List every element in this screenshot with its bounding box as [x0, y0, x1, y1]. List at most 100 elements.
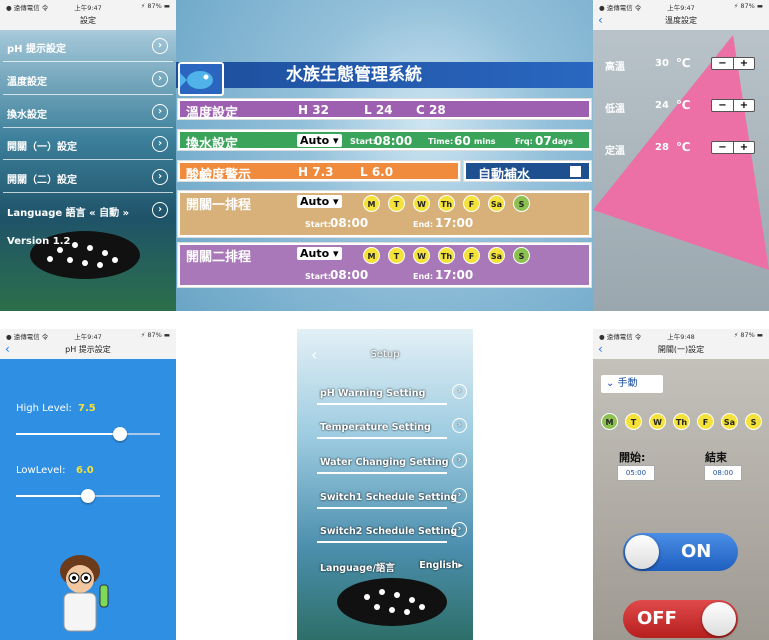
- slider-knob[interactable]: [81, 489, 95, 503]
- chevron-right-icon: ›: [452, 522, 467, 537]
- day-friday[interactable]: F: [463, 195, 480, 212]
- celsius-unit: ℃: [676, 56, 691, 70]
- mode-value: Auto: [300, 134, 330, 147]
- end-value[interactable]: 17:00: [435, 216, 473, 230]
- menu-item-switch1[interactable]: Switch1 Schedule Setting ›: [317, 479, 467, 509]
- mode-dropdown[interactable]: ⌄ 手動: [601, 375, 663, 393]
- start-label: 開始:: [619, 451, 646, 464]
- chevron-right-icon: ›: [152, 104, 168, 120]
- day-sunday[interactable]: S: [513, 195, 530, 212]
- temperature-label: 溫度設定: [186, 106, 239, 121]
- chevron-right-icon: ›: [152, 136, 168, 152]
- day-saturday[interactable]: Sa: [488, 195, 505, 212]
- end-label: End:: [413, 272, 434, 281]
- day-wednesday[interactable]: W: [413, 247, 430, 264]
- switch2-mode-dropdown[interactable]: Auto ▾: [297, 247, 342, 260]
- switch1-settings-panel: ● 遠傳電信 令上午9:48 ⚡ 87% ▬ ‹ 開關(一)設定 ⌄ 手動 M T …: [593, 329, 769, 640]
- day-tuesday[interactable]: T: [625, 413, 642, 430]
- day-monday[interactable]: M: [601, 413, 618, 430]
- menu-item-switch2[interactable]: Switch2 Schedule Setting ›: [317, 513, 467, 543]
- const-temp-stepper[interactable]: − +: [711, 141, 755, 154]
- switch1-schedule-bar[interactable]: 開關一排程 Auto ▾ M T W Th F Sa S Start: 08:0…: [178, 191, 591, 237]
- low-level-label: LowLevel:: [16, 465, 66, 476]
- on-label: ON: [681, 541, 712, 562]
- toggle-knob: [702, 602, 736, 636]
- status-bar: ● 遠傳電信 令上午9:47 ⚡ 87% ▬: [0, 329, 176, 341]
- plus-button[interactable]: +: [733, 142, 754, 153]
- start-label: Start:: [350, 137, 376, 146]
- battery: ⚡ 87% ▬: [140, 2, 170, 10]
- low-temp-stepper[interactable]: − +: [711, 99, 755, 112]
- end-value[interactable]: 17:00: [435, 268, 473, 282]
- high-temp-label: 高溫: [605, 62, 625, 73]
- menu-label: 開關（一）設定: [7, 142, 77, 153]
- day-wednesday[interactable]: W: [413, 195, 430, 212]
- menu-item-ph[interactable]: pH 提示設定 ›: [0, 30, 176, 62]
- temperature-bar[interactable]: 溫度設定 H 32 L 24 C 28: [178, 99, 591, 121]
- celsius-unit: ℃: [676, 140, 691, 154]
- menu-item-temperature[interactable]: Temperature Setting ›: [317, 409, 467, 439]
- plus-button[interactable]: +: [733, 100, 754, 111]
- end-time-field[interactable]: 08:00: [704, 465, 742, 481]
- nav-bar: ‹ 開關(一)設定: [593, 341, 769, 359]
- start-time-field[interactable]: 05:00: [617, 465, 655, 481]
- on-toggle[interactable]: ON: [623, 533, 738, 571]
- chevron-right-icon: ›: [452, 488, 467, 503]
- off-toggle[interactable]: OFF: [623, 600, 738, 638]
- dashboard-panel: 水族生態管理系統 溫度設定 H 32 L 24 C 28 換水設定 Auto ▾…: [176, 0, 593, 311]
- day-thursday[interactable]: Th: [438, 195, 455, 212]
- start-value[interactable]: 08:00: [330, 268, 368, 282]
- end-label: End:: [413, 220, 434, 229]
- switch1-mode-dropdown[interactable]: Auto ▾: [297, 195, 342, 208]
- auto-fill-bar[interactable]: 自動補水: [464, 161, 591, 183]
- high-level-slider[interactable]: [16, 427, 160, 441]
- minus-button[interactable]: −: [712, 142, 733, 153]
- minus-button[interactable]: −: [712, 100, 733, 111]
- page-title: pH 提示設定: [65, 345, 111, 354]
- menu-item-switch2[interactable]: 開關（二）設定 ›: [0, 161, 176, 193]
- menu-item-language[interactable]: Language 語言 « 自動 » ›: [0, 194, 176, 226]
- language-value: English▸: [419, 560, 463, 571]
- day-thursday[interactable]: Th: [673, 413, 690, 430]
- slider-knob[interactable]: [112, 427, 127, 441]
- day-friday[interactable]: F: [697, 413, 714, 430]
- menu-item-water[interactable]: 換水設定 ›: [0, 96, 176, 128]
- day-sunday[interactable]: S: [745, 413, 762, 430]
- day-monday[interactable]: M: [363, 247, 380, 264]
- day-friday[interactable]: F: [463, 247, 480, 264]
- menu-item-temperature[interactable]: 溫度設定 ›: [0, 63, 176, 95]
- switch2-schedule-bar[interactable]: 開關二排程 Auto ▾ M T W Th F Sa S Start: 08:0…: [178, 243, 591, 287]
- slider-fill: [16, 495, 88, 497]
- high-temp-stepper[interactable]: − +: [711, 57, 755, 70]
- const-temp-value: 28: [655, 142, 669, 153]
- start-label: Start:: [305, 272, 331, 281]
- menu-item-switch1[interactable]: 開關（一）設定 ›: [0, 128, 176, 160]
- day-saturday[interactable]: Sa: [488, 247, 505, 264]
- nav-bar: ‹ pH 提示設定: [0, 341, 176, 359]
- off-label: OFF: [637, 608, 677, 629]
- day-saturday[interactable]: Sa: [721, 413, 738, 430]
- ph-low: L 6.0: [360, 165, 394, 179]
- mode-value: 手動: [617, 378, 638, 389]
- start-value[interactable]: 08:00: [330, 216, 368, 230]
- menu-item-water-changing[interactable]: Water Changing Setting ›: [317, 444, 467, 474]
- day-tuesday[interactable]: T: [388, 247, 405, 264]
- minus-button[interactable]: −: [712, 58, 733, 69]
- plus-button[interactable]: +: [733, 58, 754, 69]
- menu-item-ph-warning[interactable]: pH Warning Setting ›: [317, 375, 467, 405]
- water-mode-dropdown[interactable]: Auto ▾: [297, 134, 342, 147]
- day-sunday[interactable]: S: [513, 247, 530, 264]
- low-level-slider[interactable]: [16, 489, 160, 503]
- day-monday[interactable]: M: [363, 195, 380, 212]
- auto-fill-checkbox[interactable]: [570, 166, 581, 177]
- day-thursday[interactable]: Th: [438, 247, 455, 264]
- ph-alarm-bar[interactable]: 酸鹼度警示 H 7.3 L 6.0: [178, 161, 460, 183]
- day-tuesday[interactable]: T: [388, 195, 405, 212]
- high-level-value: 7.5: [78, 403, 96, 414]
- water-change-bar[interactable]: 換水設定 Auto ▾ Start: 08:00 Time: 60 mins F…: [178, 130, 591, 152]
- day-wednesday[interactable]: W: [649, 413, 666, 430]
- start-label: Start:: [305, 220, 331, 229]
- temp-high: H 32: [298, 103, 329, 117]
- menu-item-language[interactable]: Language/語言 English▸: [317, 547, 467, 577]
- menu-label: Language 語言 « 自動 »: [7, 208, 130, 219]
